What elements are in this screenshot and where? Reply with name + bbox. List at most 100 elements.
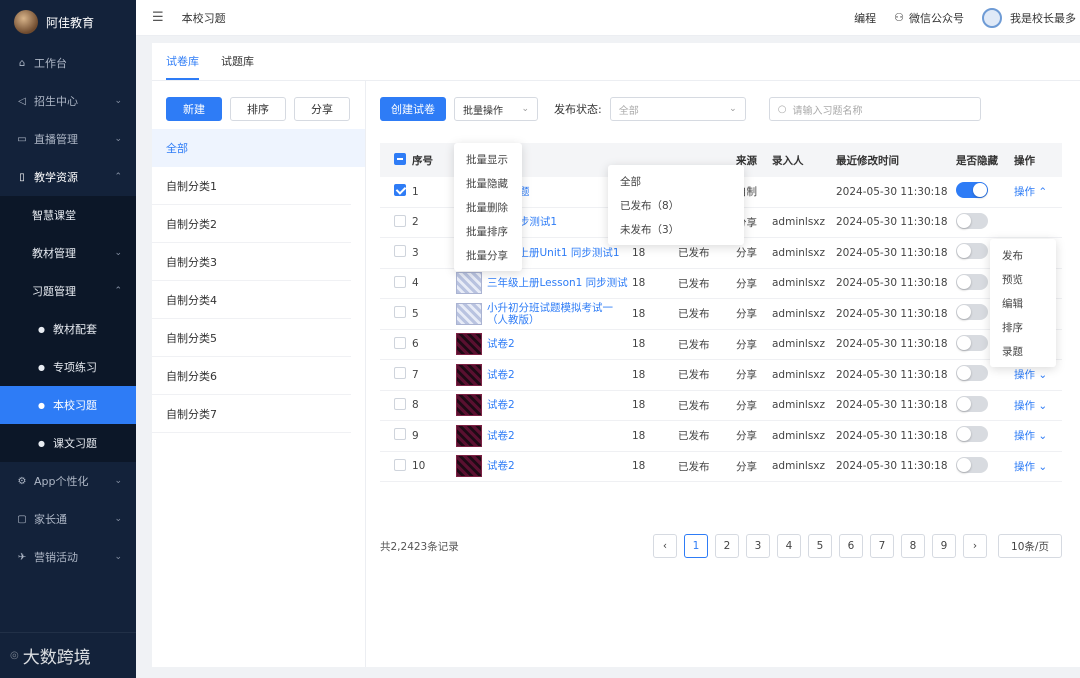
operation-button[interactable]: 操作 ⌄ (1014, 428, 1062, 443)
sidebar-item-live[interactable]: ▭ 直播管理 ⌄ (0, 120, 136, 158)
page-button[interactable]: 7 (870, 534, 894, 558)
status-menu-item[interactable]: 已发布（8） (608, 193, 744, 217)
hidden-toggle[interactable] (956, 334, 988, 351)
batch-menu-item[interactable]: 批量显示 (454, 147, 522, 171)
row-checkbox[interactable] (394, 367, 406, 380)
page-button[interactable]: 4 (777, 534, 801, 558)
status-menu-item[interactable]: 全部 (608, 169, 744, 193)
sidebar-item-school-exercise[interactable]: ● 本校习题 (0, 386, 136, 424)
source: 分享 (736, 460, 757, 473)
hidden-toggle[interactable] (956, 182, 988, 199)
row-checkbox[interactable] (394, 397, 406, 410)
new-button[interactable]: 新建 (166, 97, 222, 121)
sidebar-item-marketing[interactable]: ✈ 营销活动 ⌄ (0, 538, 136, 576)
category-item[interactable]: 自制分类7 (152, 395, 351, 433)
hidden-toggle[interactable] (956, 304, 988, 321)
prev-page-button[interactable]: ‹ (653, 534, 677, 558)
batch-operation-select[interactable]: 批量操作 ⌄ (454, 97, 538, 121)
row-checkbox[interactable] (394, 428, 406, 441)
paper-name-link[interactable]: 三年级上册Lesson1 同步测试 (487, 277, 628, 289)
operation-button[interactable]: 操作 ⌄ (1014, 367, 1062, 382)
category-item[interactable]: 自制分类3 (152, 243, 351, 281)
batch-menu-item[interactable]: 批量分享 (454, 243, 522, 267)
row-checkbox[interactable] (394, 245, 406, 258)
row-checkbox[interactable] (394, 275, 406, 288)
op-menu-entry[interactable]: 录题 (990, 339, 1056, 363)
chevron-down-icon: ⌄ (1035, 430, 1048, 443)
tab-question-bank[interactable]: 试题库 (221, 53, 254, 80)
row-checkbox[interactable] (394, 306, 406, 319)
batch-menu-item[interactable]: 批量隐藏 (454, 171, 522, 195)
op-menu-sort[interactable]: 排序 (990, 315, 1056, 339)
bullet-icon: ● (38, 324, 45, 334)
sidebar-item-enrollment[interactable]: ◁ 招生中心 ⌄ (0, 82, 136, 120)
programming-link[interactable]: 编程 (854, 10, 876, 26)
sidebar-item-textbook-match[interactable]: ● 教材配套 (0, 310, 136, 348)
hidden-toggle[interactable] (956, 212, 988, 229)
paper-name-link[interactable]: 试卷2 (487, 399, 515, 411)
category-item[interactable]: 自制分类2 (152, 205, 351, 243)
row-checkbox[interactable] (394, 336, 406, 349)
operation-button[interactable]: 操作 ⌃ (1014, 184, 1062, 199)
menu-collapse-icon[interactable]: ☰ (152, 10, 164, 25)
search-input[interactable]: ○ 请输入习题名称 (768, 97, 981, 121)
user-menu[interactable]: 我是校长最多 (982, 7, 1076, 28)
sidebar-item-smart-class[interactable]: 智慧课堂 (0, 196, 136, 234)
category-item[interactable]: 自制分类4 (152, 281, 351, 319)
page-button[interactable]: 2 (715, 534, 739, 558)
page-button[interactable]: 3 (746, 534, 770, 558)
create-paper-button[interactable]: 创建试卷 (380, 97, 446, 121)
paper-name-link[interactable]: 试卷2 (487, 460, 515, 472)
sidebar-item-workbench[interactable]: ⌂ 工作台 (0, 44, 136, 82)
hidden-toggle[interactable] (956, 456, 988, 473)
page-button[interactable]: 1 (684, 534, 708, 558)
op-menu-publish[interactable]: 发布 (990, 243, 1056, 267)
tab-paper-bank[interactable]: 试卷库 (166, 53, 199, 80)
category-all[interactable]: 全部 (152, 129, 365, 167)
sidebar-item-exercise[interactable]: 习题管理 ⌃ (0, 272, 136, 310)
next-page-button[interactable]: › (963, 534, 987, 558)
modified-time: 2024-05-30 11:30:18 (836, 307, 948, 320)
row-checkbox[interactable] (394, 214, 406, 227)
sort-button[interactable]: 排序 (230, 97, 286, 121)
sidebar-item-text-exercise[interactable]: ● 课文习题 (0, 424, 136, 462)
category-item[interactable]: 自制分类6 (152, 357, 351, 395)
category-item[interactable]: 自制分类5 (152, 319, 351, 357)
category-item[interactable]: 自制分类1 (152, 167, 351, 205)
paper-name-link[interactable]: 试卷2 (487, 338, 515, 350)
page-size-select[interactable]: 10条/页 (998, 534, 1062, 558)
paper-name-link[interactable]: 试卷2 (487, 369, 515, 381)
batch-menu-item[interactable]: 批量删除 (454, 195, 522, 219)
hidden-toggle[interactable] (956, 273, 988, 290)
share-button[interactable]: 分享 (294, 97, 350, 121)
select-all-checkbox[interactable] (394, 152, 406, 165)
hidden-toggle[interactable] (956, 365, 988, 382)
batch-menu-item[interactable]: 批量排序 (454, 219, 522, 243)
paper-name-link[interactable]: 小升初分班试题模拟考试一（人教版） (487, 302, 632, 326)
hidden-toggle[interactable] (956, 243, 988, 260)
paper-thumbnail (456, 333, 482, 356)
page-button[interactable]: 6 (839, 534, 863, 558)
operation-button[interactable]: 操作 ⌄ (1014, 459, 1062, 474)
op-menu-edit[interactable]: 编辑 (990, 291, 1056, 315)
hidden-toggle[interactable] (956, 426, 988, 443)
wechat-link[interactable]: ⚇ 微信公众号 (894, 10, 964, 26)
paper-name-link[interactable]: 试卷2 (487, 430, 515, 442)
status-menu-item[interactable]: 未发布（3） (608, 217, 744, 241)
page-button[interactable]: 9 (932, 534, 956, 558)
op-menu-preview[interactable]: 预览 (990, 267, 1056, 291)
sidebar-item-parents[interactable]: ▢ 家长通 ⌄ (0, 500, 136, 538)
page-button[interactable]: 5 (808, 534, 832, 558)
row-checkbox[interactable] (394, 458, 406, 471)
modified-time: 2024-05-30 11:30:18 (836, 429, 948, 442)
status-select[interactable]: 全部 ⌄ (609, 97, 746, 121)
row-checkbox[interactable] (394, 184, 406, 197)
paper-thumbnail (456, 363, 482, 386)
sidebar-item-textbook[interactable]: 教材管理 ⌄ (0, 234, 136, 272)
operation-button[interactable]: 操作 ⌄ (1014, 398, 1062, 413)
sidebar-item-teaching[interactable]: ▯ 教学资源 ⌃ (0, 158, 136, 196)
sidebar-item-special-practice[interactable]: ● 专项练习 (0, 348, 136, 386)
page-button[interactable]: 8 (901, 534, 925, 558)
sidebar-item-app[interactable]: ⚙ App个性化 ⌄ (0, 462, 136, 500)
hidden-toggle[interactable] (956, 395, 988, 412)
